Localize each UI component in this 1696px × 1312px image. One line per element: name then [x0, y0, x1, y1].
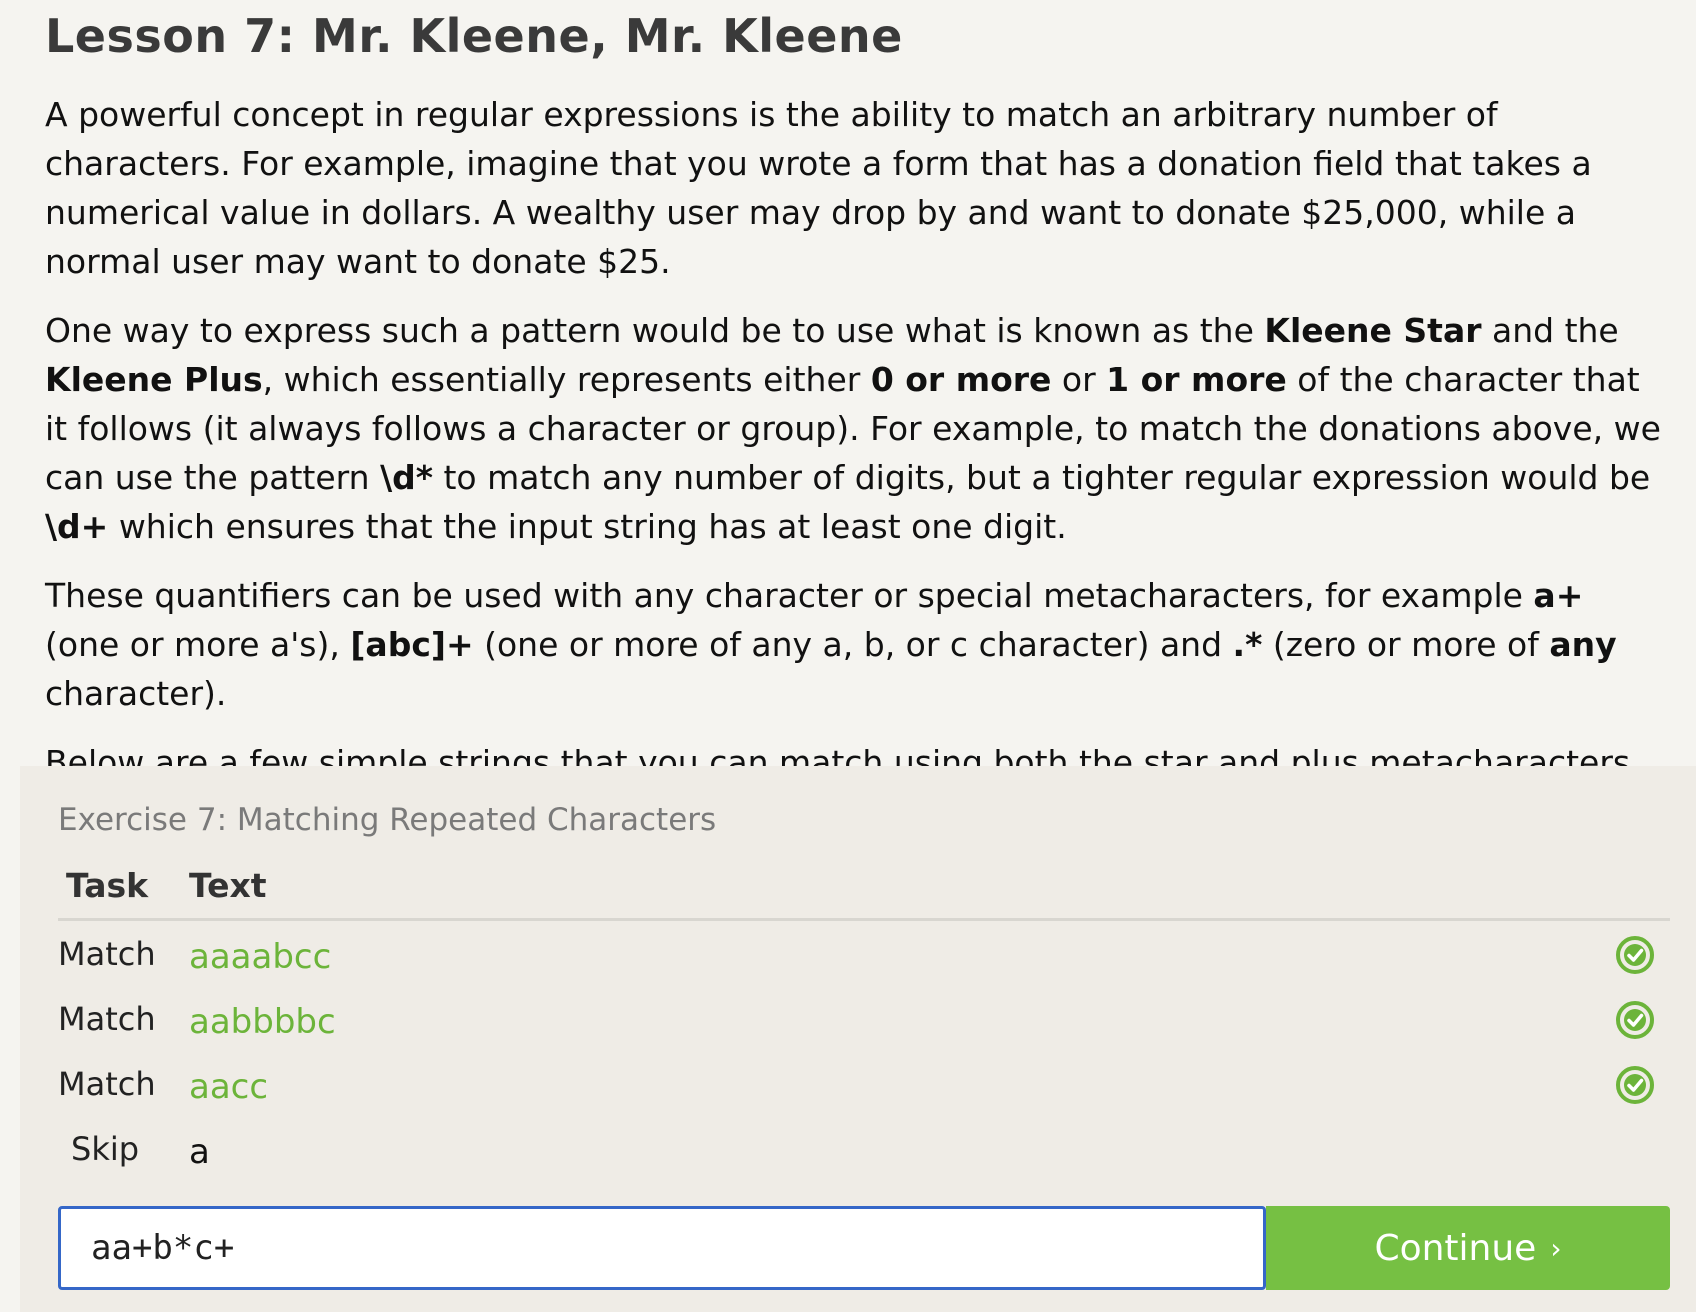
table-body: Match aaaabcc Match aabbbbc Match aacc Skip a: [58, 921, 1670, 1181]
row-task: Match: [58, 1065, 156, 1103]
header-text: Text: [189, 866, 267, 905]
paragraph-text: One way to express such a pattern would …: [45, 311, 1265, 350]
paragraph-text: which ensures that the input string has …: [108, 507, 1067, 546]
paragraph-text: , which essentially represents either: [262, 360, 871, 399]
table-row: Match aaaabcc: [58, 921, 1670, 986]
continue-label: Continue: [1374, 1227, 1537, 1269]
table-row: Match aacc: [58, 1051, 1670, 1116]
exercise-panel: Exercise 7: Matching Repeated Characters…: [20, 766, 1696, 1312]
table-header: Task Text: [58, 864, 1670, 921]
bold-term: 0 or more: [870, 360, 1052, 399]
row-text: aacc: [189, 1067, 269, 1107]
check-circle-icon: [1616, 936, 1654, 974]
row-text: a: [189, 1132, 210, 1172]
bold-term: Kleene Plus: [45, 360, 263, 399]
row-text: aabbbbc: [189, 1002, 336, 1042]
answer-bar: Continue ›: [58, 1206, 1670, 1290]
check-circle-icon: [1616, 1066, 1654, 1104]
bold-term: any: [1549, 625, 1617, 664]
chevron-right-icon: ›: [1550, 1231, 1562, 1265]
exercise-table: Task Text Match aaaabcc Match aabbbbc Match a…: [58, 864, 1670, 1181]
table-row: Skip a: [58, 1116, 1670, 1181]
paragraph-text: or: [1051, 360, 1107, 399]
continue-button[interactable]: Continue ›: [1266, 1206, 1670, 1290]
lesson-paragraph: One way to express such a pattern would …: [45, 306, 1665, 551]
paragraph-text: and the: [1481, 311, 1619, 350]
paragraph-text: (one or more a's),: [45, 625, 351, 664]
check-circle-icon: [1616, 1001, 1654, 1039]
row-task: Match: [58, 1000, 156, 1038]
row-task: Skip: [71, 1130, 140, 1168]
paragraph-text: (one or more of any a, b, or c character…: [473, 625, 1233, 664]
bold-term: .*: [1232, 625, 1263, 664]
paragraph-text: A powerful concept in regular expression…: [45, 95, 1592, 281]
paragraph-text: (zero or more of: [1262, 625, 1550, 664]
bold-term: a+: [1533, 576, 1584, 615]
header-task: Task: [66, 866, 149, 905]
exercise-title: Exercise 7: Matching Repeated Characters: [58, 802, 717, 838]
lesson-title: Lesson 7: Mr. Kleene, Mr. Kleene: [45, 9, 903, 63]
lesson-paragraph: A powerful concept in regular expression…: [45, 90, 1665, 286]
bold-term: Kleene Star: [1264, 311, 1482, 350]
bold-term: \d*: [380, 458, 433, 497]
row-task: Match: [58, 935, 156, 973]
regex-input[interactable]: [58, 1206, 1266, 1290]
lesson-paragraph: These quantifiers can be used with any c…: [45, 571, 1665, 718]
table-row: Match aabbbbc: [58, 986, 1670, 1051]
lesson-body: A powerful concept in regular expression…: [45, 90, 1665, 787]
paragraph-text: character).: [45, 674, 227, 713]
paragraph-text: to match any number of digits, but a tig…: [433, 458, 1651, 497]
bold-term: 1 or more: [1106, 360, 1287, 399]
bold-term: \d+: [45, 507, 109, 546]
lesson-content: Lesson 7: Mr. Kleene, Mr. Kleene A power…: [45, 0, 1665, 787]
row-text: aaaabcc: [189, 937, 332, 977]
bold-term: [abc]+: [350, 625, 474, 664]
paragraph-text: These quantifiers can be used with any c…: [45, 576, 1534, 615]
